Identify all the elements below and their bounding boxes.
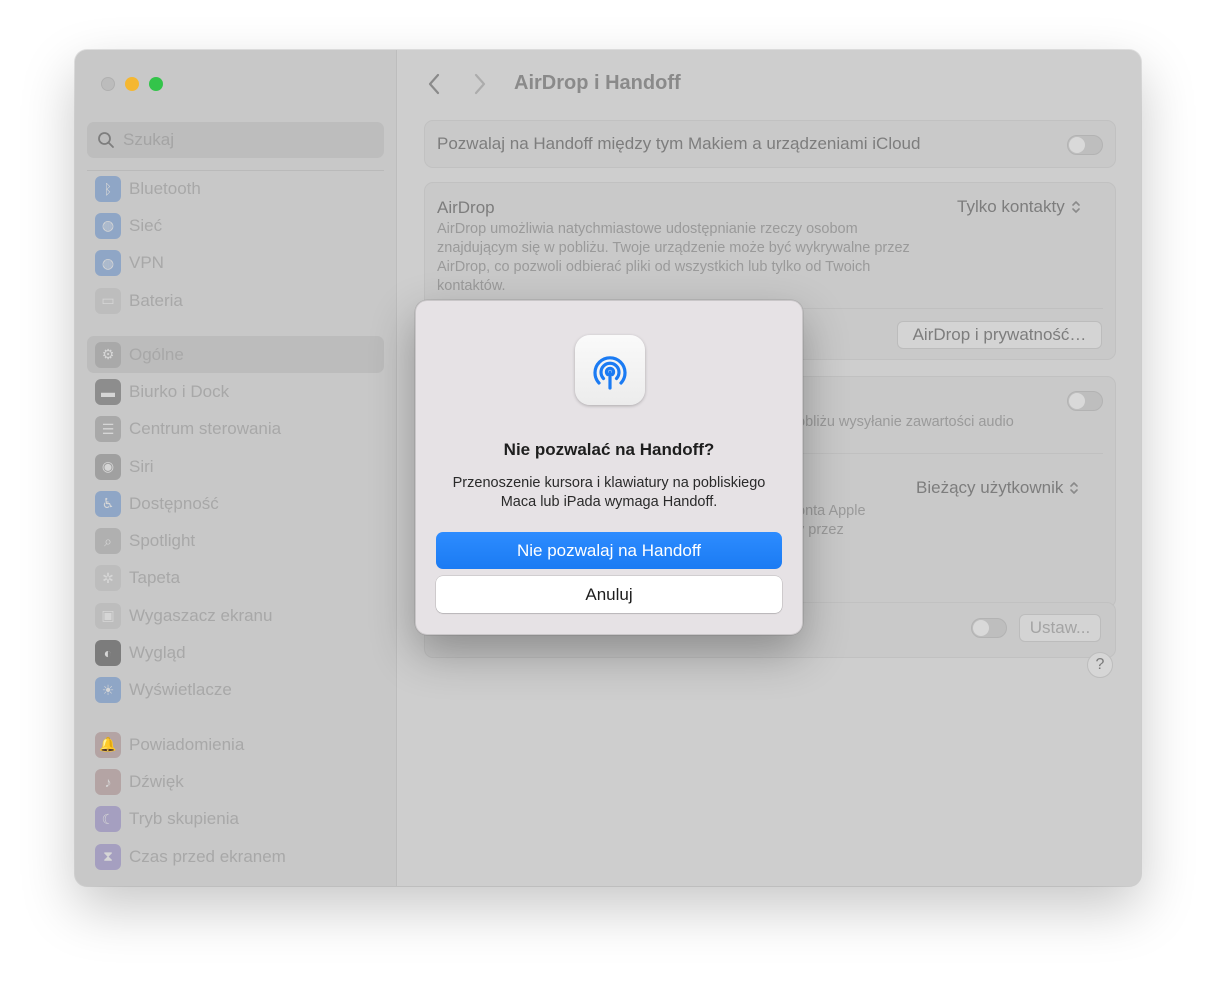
airdrop-privacy-button[interactable]: AirDrop i prywatność… <box>897 321 1102 349</box>
confirm-dialog: Nie pozwalać na Handoff? Przenoszenie ku… <box>415 300 803 635</box>
siri-icon: ◉ <box>95 453 121 480</box>
battery-icon: ▭ <box>95 287 121 314</box>
globe-icon: ◍ <box>95 212 121 239</box>
minimize-button[interactable] <box>125 77 139 91</box>
window-controls <box>101 77 163 91</box>
wallpaper-icon: ✲ <box>95 565 121 592</box>
updown-chevron-icon <box>1070 482 1079 494</box>
displays-icon: ☀ <box>95 677 121 704</box>
airdrop-visibility-popup[interactable]: Tylko kontakty <box>957 197 1081 217</box>
sidebar-item-label: Bluetooth <box>129 178 201 198</box>
gear-icon: ⚙ <box>95 341 121 368</box>
bluetooth-icon: ᛒ <box>95 175 121 202</box>
help-button[interactable]: ? <box>1087 652 1113 678</box>
airdrop-visibility-value: Tylko kontakty <box>957 197 1065 216</box>
sidebar-group-system: ⚙ Ogólne ▬ Biurko i Dock ☰ Centrum sterowania… <box>87 336 384 709</box>
receiver-description-2: y przez <box>797 522 844 538</box>
sidebar-item[interactable]: ▭ Bateria <box>87 282 384 319</box>
sidebar-item-label: VPN <box>129 253 164 273</box>
sidebar-item[interactable]: ☰ Centrum sterowania <box>87 411 384 448</box>
sidebar-item-label: Spotlight <box>129 531 196 551</box>
sidebar: ᛒ Bluetooth ◍ Sieć ◍ VPN ▭ Bateria ⚙ Ogólne ▬ Biur… <box>75 50 397 886</box>
sidebar-item-label: Biurko i Dock <box>129 381 230 401</box>
disallow-handoff-button[interactable]: Nie pozwalaj na Handoff <box>436 532 782 569</box>
close-button[interactable] <box>101 77 115 91</box>
sidebar-item-label: Sieć <box>129 215 163 235</box>
back-button[interactable] <box>422 72 446 96</box>
sidebar-group-network: ᛒ Bluetooth ◍ Sieć ◍ VPN ▭ Bateria <box>87 170 384 319</box>
handoff-toggle[interactable] <box>1067 135 1103 155</box>
dock-icon: ▬ <box>95 378 121 405</box>
screensaver-icon: ▣ <box>95 602 121 629</box>
sidebar-item-label: Centrum sterowania <box>129 419 282 439</box>
chevron-right-icon <box>474 73 486 95</box>
handoff-card: Pozwalaj na Handoff między tym Makiem a … <box>424 120 1116 168</box>
last-card-toggle[interactable] <box>971 618 1007 638</box>
sidebar-item-label: Czas przed ekranem <box>129 846 286 866</box>
sidebar-item-label: Ogólne <box>129 344 184 364</box>
sidebar-item[interactable]: ☾ Tryb skupienia <box>87 801 384 838</box>
airdrop-description: AirDrop umożliwia natychmiastowe udostęp… <box>437 221 910 294</box>
sidebar-item-label: Wygląd <box>129 643 186 663</box>
sidebar-item[interactable]: ◐ Wygląd <box>87 634 384 671</box>
sidebar-item-label: Siri <box>129 456 154 476</box>
appearance-icon: ◐ <box>95 640 121 667</box>
sidebar-item[interactable]: ⧗ Czas przed ekranem <box>87 838 384 875</box>
sidebar-item[interactable]: ◍ Sieć <box>87 207 384 244</box>
notifications-icon: 🔔 <box>95 731 121 758</box>
sidebar-item-label: Wyświetlacze <box>129 680 232 700</box>
control-center-icon: ☰ <box>95 416 121 443</box>
airplay-description: obliżu wysyłanie zawartości audio <box>797 414 1014 430</box>
sidebar-item[interactable]: ▬ Biurko i Dock <box>87 373 384 410</box>
search-icon <box>98 132 114 148</box>
sidebar-item-label: Tryb skupienia <box>129 809 239 829</box>
sidebar-item[interactable]: ♿ Dostępność <box>87 485 384 522</box>
sidebar-item[interactable]: ⌕ Spotlight <box>87 522 384 559</box>
search-field[interactable] <box>87 122 384 158</box>
chevron-left-icon <box>428 73 440 95</box>
dialog-title: Nie pozwalać na Handoff? <box>503 440 715 459</box>
airplay-toggle[interactable] <box>1067 391 1103 411</box>
spotlight-icon: ⌕ <box>95 528 121 555</box>
sidebar-item[interactable]: ☀ Wyświetlacze <box>87 672 384 709</box>
sidebar-item[interactable]: 🔔 Powiadomienia <box>87 726 384 763</box>
sidebar-item[interactable]: ◍ VPN <box>87 245 384 282</box>
sidebar-item[interactable]: ♪ Dźwięk <box>87 763 384 800</box>
sidebar-item[interactable]: ◉ Siri <box>87 448 384 485</box>
sidebar-item-label: Wygaszacz ekranu <box>129 605 273 625</box>
forward-button[interactable] <box>468 72 492 96</box>
sidebar-item-label: Dźwięk <box>129 771 184 791</box>
airdrop-label: AirDrop <box>437 198 495 217</box>
sidebar-item-label: Dostępność <box>129 493 219 513</box>
dialog-message: Przenoszenie kursora i klawiatury na pob… <box>452 475 766 510</box>
sidebar-item-label: Powiadomienia <box>129 734 245 754</box>
search-input[interactable] <box>123 130 363 150</box>
handoff-label: Pozwalaj na Handoff między tym Makiem a … <box>437 134 921 153</box>
updown-chevron-icon <box>1071 201 1080 213</box>
sound-icon: ♪ <box>95 768 121 795</box>
zoom-button[interactable] <box>149 77 163 91</box>
cancel-button[interactable]: Anuluj <box>436 576 782 613</box>
vpn-globe-icon: ◍ <box>95 250 121 277</box>
receiver-description-1: onta Apple <box>797 503 866 519</box>
receiver-value: Bieżący użytkownik <box>916 478 1064 497</box>
accessibility-icon: ♿ <box>95 490 121 517</box>
sidebar-item-label: Tapeta <box>129 568 181 588</box>
receiver-popup[interactable]: Bieżący użytkownik <box>916 478 1079 498</box>
sidebar-item-label: Bateria <box>129 290 183 310</box>
sidebar-item[interactable]: ▣ Wygaszacz ekranu <box>87 597 384 634</box>
sidebar-item[interactable]: ✲ Tapeta <box>87 560 384 597</box>
airdrop-icon <box>575 335 645 405</box>
airdrop-waves-icon <box>593 356 627 390</box>
set-button[interactable]: Ustaw... <box>1019 614 1101 642</box>
sidebar-item[interactable]: ⚙ Ogólne <box>87 336 384 374</box>
screen-time-icon: ⧗ <box>95 843 121 870</box>
focus-moon-icon: ☾ <box>95 806 121 833</box>
sidebar-group-focus: 🔔 Powiadomienia ♪ Dźwięk ☾ Tryb skupienia ⧗ Cza… <box>87 726 384 875</box>
sidebar-item[interactable]: ᛒ Bluetooth <box>87 170 384 207</box>
page-title: AirDrop i Handoff <box>514 72 681 94</box>
